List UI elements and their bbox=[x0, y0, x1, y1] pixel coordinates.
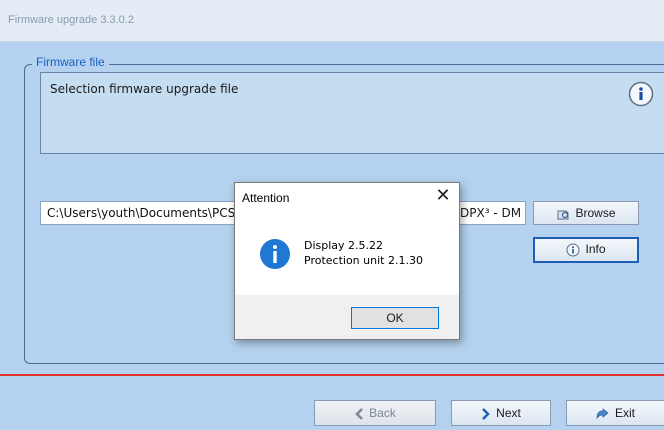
back-button[interactable]: Back bbox=[314, 400, 436, 426]
information-icon bbox=[260, 239, 290, 269]
separator-line bbox=[0, 374, 664, 376]
exit-label: Exit bbox=[614, 406, 635, 420]
browse-button[interactable]: Browse bbox=[533, 201, 639, 225]
ok-button[interactable]: OK bbox=[351, 307, 439, 329]
close-icon[interactable]: ✕ bbox=[434, 186, 452, 206]
info-button[interactable]: Info bbox=[533, 237, 639, 263]
window-title: Firmware upgrade 3.3.0.2 bbox=[8, 14, 134, 26]
browse-label: Browse bbox=[575, 206, 616, 220]
exit-icon bbox=[596, 408, 609, 419]
next-button[interactable]: Next bbox=[451, 400, 551, 426]
exit-button[interactable]: Exit bbox=[566, 400, 664, 426]
chevron-left-icon bbox=[355, 407, 364, 420]
firmware-file-legend: Firmware file bbox=[32, 55, 109, 69]
info-icon bbox=[628, 81, 654, 107]
dialog-title: Attention bbox=[242, 191, 290, 205]
description-box: Selection firmware upgrade file bbox=[40, 72, 664, 154]
firmware-path-tail: DPX³ - DM bbox=[460, 206, 522, 220]
window-titlebar: Firmware upgrade 3.3.0.2 bbox=[0, 0, 664, 42]
dialog-message-line-1: Display 2.5.22 bbox=[304, 239, 384, 252]
next-label: Next bbox=[496, 406, 521, 420]
attention-dialog: Attention ✕ Display 2.5.22 Protection un… bbox=[234, 182, 460, 340]
browse-icon bbox=[557, 210, 569, 220]
back-label: Back bbox=[369, 406, 396, 420]
info-label: Info bbox=[585, 242, 606, 256]
description-text: Selection firmware upgrade file bbox=[50, 82, 239, 96]
info-small-icon bbox=[566, 243, 580, 257]
chevron-right-icon bbox=[482, 407, 490, 420]
dialog-message-line-2: Protection unit 2.1.30 bbox=[304, 254, 423, 267]
